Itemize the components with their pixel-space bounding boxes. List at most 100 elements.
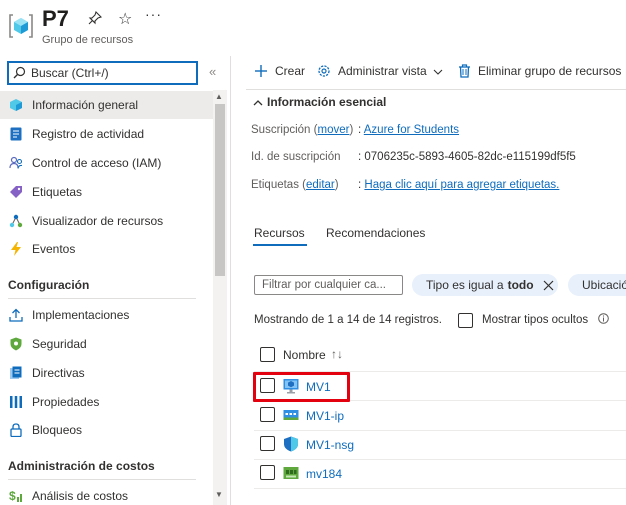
sidebar-item-locks[interactable]: Bloqueos: [0, 416, 213, 444]
manage-view-label: Administrar vista: [338, 64, 427, 78]
tag-icon: [9, 185, 23, 199]
sidebar-item-cost-analysis[interactable]: $ Análisis de costos: [0, 482, 213, 505]
subscription-label-text: Suscripción: [251, 124, 311, 136]
sidebar-item-security[interactable]: Seguridad: [0, 330, 213, 358]
network-interface-icon: [283, 465, 299, 481]
sidebar-item-resource-visualizer[interactable]: Visualizador de recursos: [0, 207, 213, 235]
sidebar-item-label: Bloqueos: [32, 423, 83, 437]
sidebar-item-properties[interactable]: Propiedades: [0, 388, 213, 416]
sidebar-item-label: Eventos: [32, 242, 76, 256]
filter-box[interactable]: [254, 275, 403, 295]
more-options-icon[interactable]: ···: [145, 6, 162, 22]
type-filter-prefix: Tipo es igual a: [426, 278, 504, 292]
type-filter-value: todo: [507, 278, 534, 292]
filter-input[interactable]: [255, 276, 402, 294]
resource-link[interactable]: MV1-nsg: [306, 438, 354, 452]
results-count: Mostrando de 1 a 14 de 14 registros.: [254, 314, 442, 326]
show-hidden-checkbox[interactable]: [458, 313, 473, 328]
sidebar-item-label: Registro de actividad: [32, 127, 145, 141]
subscription-id-value: : 0706235c-5893-4605-82dc-e115199df5f5: [358, 151, 576, 163]
location-filter-pill[interactable]: Ubicació: [568, 274, 626, 296]
scrollbar-thumb[interactable]: [215, 104, 225, 276]
panel-divider: [230, 56, 231, 505]
sidebar-item-iam[interactable]: Control de acceso (IAM): [0, 149, 213, 177]
row-checkbox[interactable]: [260, 465, 275, 480]
sidebar-item-label: Etiquetas: [32, 185, 83, 199]
page-subtitle: Grupo de recursos: [42, 34, 134, 46]
plus-icon: [254, 64, 268, 78]
sidebar-item-activity-log[interactable]: Registro de actividad: [0, 120, 213, 148]
collapse-sidebar-icon[interactable]: «: [209, 64, 216, 79]
delete-resource-group-button[interactable]: Eliminar grupo de recursos: [458, 64, 621, 78]
tab-resources[interactable]: Recursos: [254, 226, 305, 240]
lightning-icon: [9, 242, 23, 256]
edit-tags-link[interactable]: editar: [306, 179, 335, 191]
dollar-icon: $: [9, 489, 23, 503]
nsg-shield-icon: [283, 436, 299, 452]
create-label: Crear: [275, 64, 306, 78]
sidebar-item-label: Análisis de costos: [32, 489, 129, 503]
search-input[interactable]: [31, 64, 191, 82]
activity-log-icon: [9, 127, 23, 141]
row-checkbox[interactable]: [260, 407, 275, 422]
sidebar-item-label: Visualizador de recursos: [32, 214, 164, 228]
tab-active-indicator: [253, 244, 307, 246]
public-ip-icon: [283, 407, 299, 423]
lock-icon: [9, 423, 23, 437]
select-all-checkbox[interactable]: [260, 347, 275, 362]
manage-view-button[interactable]: Administrar vista: [317, 64, 443, 78]
delete-label: Eliminar grupo de recursos: [478, 64, 622, 78]
sidebar-section-config: Configuración: [8, 278, 90, 292]
sidebar-item-label: Propiedades: [32, 395, 100, 409]
resource-link[interactable]: MV1-ip: [306, 409, 344, 423]
chevron-up-icon: [253, 95, 263, 109]
upload-icon: [9, 308, 23, 322]
row-checkbox[interactable]: [260, 436, 275, 451]
highlight-box: [253, 372, 350, 402]
resource-link[interactable]: mv184: [306, 467, 342, 481]
move-subscription-link[interactable]: mover: [317, 124, 349, 136]
row-divider: [254, 488, 626, 489]
star-icon[interactable]: ☆: [118, 9, 132, 29]
properties-icon: [9, 395, 23, 409]
subscription-label: Suscripción (mover): [251, 124, 354, 136]
sidebar-item-deployments[interactable]: Implementaciones: [0, 301, 213, 329]
create-button[interactable]: Crear: [254, 64, 305, 78]
scroll-down-icon[interactable]: ▼: [215, 490, 223, 499]
sort-icon[interactable]: ↑↓: [331, 347, 343, 361]
tags-label: Etiquetas (editar): [251, 179, 339, 191]
search-box[interactable]: [7, 61, 198, 85]
essentials-toggle[interactable]: Información esencial: [253, 95, 386, 109]
sidebar-item-policies[interactable]: Directivas: [0, 359, 213, 387]
subscription-link[interactable]: Azure for Students: [364, 124, 459, 136]
sidebar-item-events[interactable]: Eventos: [0, 235, 213, 263]
shield-icon: [9, 337, 23, 351]
sidebar-divider: [8, 298, 196, 299]
sidebar-item-overview[interactable]: Información general: [0, 91, 213, 119]
essentials-title: Información esencial: [267, 95, 387, 109]
tab-recommendations[interactable]: Recomendaciones: [326, 226, 425, 240]
type-filter-pill[interactable]: Tipo es igual a todo: [412, 274, 558, 296]
close-icon[interactable]: [543, 280, 554, 291]
scroll-up-icon[interactable]: ▲: [215, 92, 223, 101]
cube-icon: [9, 98, 23, 112]
add-tags-link[interactable]: Haga clic aquí para agregar etiquetas.: [364, 179, 559, 191]
page-title: P7: [42, 6, 69, 31]
sidebar-item-label: Implementaciones: [32, 308, 130, 322]
column-header-name[interactable]: Nombre: [283, 348, 326, 362]
sidebar-item-label: Información general: [32, 98, 139, 112]
subscription-id-text: 0706235c-5893-4605-82dc-e115199df5f5: [364, 151, 576, 163]
sidebar-item-label: Control de acceso (IAM): [32, 156, 162, 170]
sidebar-item-label: Seguridad: [32, 337, 87, 351]
chevron-down-icon: [433, 64, 443, 78]
sidebar-section-cost: Administración de costos: [8, 459, 155, 473]
tags-label-text: Etiquetas: [251, 179, 299, 191]
toolbar-divider: [246, 89, 626, 90]
resource-group-icon: [8, 12, 34, 40]
subscription-value: : Azure for Students: [358, 124, 460, 136]
gear-icon: [317, 64, 331, 78]
svg-text:$: $: [9, 489, 16, 503]
pin-icon[interactable]: [88, 10, 103, 28]
info-icon[interactable]: [598, 313, 609, 327]
sidebar-item-tags[interactable]: Etiquetas: [0, 178, 213, 206]
